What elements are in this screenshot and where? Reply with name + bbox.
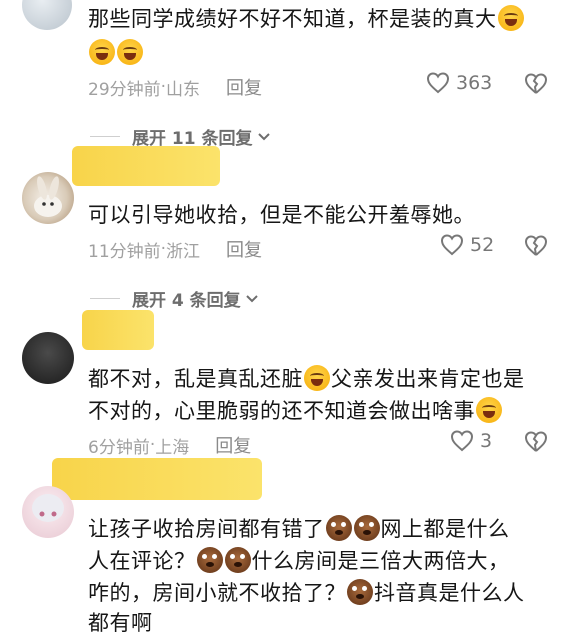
heart-icon xyxy=(450,430,474,452)
chevron-down-icon xyxy=(257,132,270,140)
comment-4-line-3: 咋的，房间小就不收拾了？ 抖音真是什么人 xyxy=(88,576,525,610)
comment-1-dislike-button[interactable] xyxy=(524,73,548,99)
comment-4-text-f: 抖音真是什么人 xyxy=(374,581,525,605)
avatar-user-2[interactable] xyxy=(22,172,74,224)
comment-4-line-1: 让孩子收拾房间都有错了 网上都是什么 xyxy=(88,512,510,546)
comment-4-line-2: 人在评论？ 什么房间是三倍大两倍大， xyxy=(88,544,510,578)
laughing-emoji-icon xyxy=(497,5,524,31)
comment-3-line-1: 都不对，乱是真乱还脏 父亲发出来肯定也是 xyxy=(88,362,525,396)
comment-3-location: 上海 xyxy=(155,437,190,458)
comment-2-like-button[interactable]: 52 xyxy=(440,234,494,256)
comment-2-text: 可以引导她收拾，但是不能公开羞辱她。 xyxy=(88,203,475,227)
comment-3-text-b: 父亲发出来肯定也是 xyxy=(331,367,525,391)
comment-1-like-button[interactable]: 363 xyxy=(426,72,492,94)
comment-1-like-count: 363 xyxy=(456,72,493,94)
rabbit-avatar-icon xyxy=(34,176,62,217)
comment-3-meta: 6分钟前 · 上海 回复 xyxy=(88,432,251,458)
comment-3-reply-button[interactable]: 回复 xyxy=(215,432,251,458)
comment-3-text-c: 不对的，心里脆弱的还不知道会做出啥事 xyxy=(88,399,475,423)
username-redaction-4 xyxy=(52,458,262,500)
dog-emoji-icon xyxy=(224,547,251,573)
comment-1-text: 那些同学成绩好不好不知道，杯是装的真大 xyxy=(88,2,525,36)
divider xyxy=(90,298,120,299)
avatar-user-4[interactable] xyxy=(22,486,74,538)
chevron-down-icon xyxy=(245,294,258,302)
comment-3-like-button[interactable]: 3 xyxy=(450,430,492,452)
comment-1-meta: 29分钟前 · 山东 回复 xyxy=(88,74,262,100)
dog-emoji-icon xyxy=(353,515,380,541)
comment-2-like-count: 52 xyxy=(470,234,495,256)
broken-heart-icon xyxy=(524,235,548,256)
username-redaction-3 xyxy=(82,310,154,350)
comment-4-text-b: 网上都是什么 xyxy=(380,517,510,541)
comment-3-line-2: 不对的，心里脆弱的还不知道会做出啥事 xyxy=(88,394,503,428)
comment-3-text-a: 都不对，乱是真乱还脏 xyxy=(88,367,303,391)
expand-replies-2[interactable]: 展开 4 条回复 xyxy=(90,286,259,311)
anime-avatar-icon xyxy=(32,494,64,522)
comment-4-text-e: 咋的，房间小就不收拾了？ xyxy=(88,581,346,605)
expand-replies-2-label: 展开 4 条回复 xyxy=(132,291,241,311)
comment-1-time: 29分钟前 xyxy=(88,79,161,100)
comment-2-dislike-button[interactable] xyxy=(524,235,548,261)
laughing-emoji-icon xyxy=(476,397,502,423)
comment-2-location: 浙江 xyxy=(166,241,201,262)
dog-emoji-icon xyxy=(325,515,352,541)
heart-icon xyxy=(440,234,464,256)
comment-1-text-line1: 那些同学成绩好不好不知道，杯是装的真大 xyxy=(88,7,497,31)
laughing-emoji-icon xyxy=(117,39,143,65)
comment-3-time: 6分钟前 xyxy=(88,437,150,458)
laughing-emoji-icon xyxy=(89,39,115,65)
username-redaction-2 xyxy=(72,146,220,186)
comment-2-reply-button[interactable]: 回复 xyxy=(226,236,262,262)
heart-icon xyxy=(426,72,450,94)
comment-4-line-4: 都有啊 xyxy=(88,611,153,635)
divider xyxy=(90,136,120,137)
avatar-user-3[interactable] xyxy=(22,332,74,384)
comment-4-text-a: 让孩子收拾房间都有错了 xyxy=(88,517,325,541)
dog-emoji-icon xyxy=(347,579,373,605)
comment-1-emoji-line xyxy=(88,36,144,70)
broken-heart-icon xyxy=(524,73,548,94)
comment-1-location: 山东 xyxy=(166,79,201,100)
comment-3-dislike-button[interactable] xyxy=(524,431,548,457)
comment-2-time: 11分钟前 xyxy=(88,241,161,262)
comment-4-text-d: 什么房间是三倍大两倍大， xyxy=(251,549,510,573)
comment-4-text-c: 人在评论？ xyxy=(88,549,196,573)
laughing-emoji-icon xyxy=(304,365,330,391)
comment-3-like-count: 3 xyxy=(480,430,493,452)
avatar-user-1[interactable] xyxy=(22,0,72,30)
dog-emoji-icon xyxy=(196,547,223,573)
comment-1-reply-button[interactable]: 回复 xyxy=(226,74,262,100)
comment-2-meta: 11分钟前 · 浙江 回复 xyxy=(88,236,262,262)
broken-heart-icon xyxy=(524,431,548,452)
